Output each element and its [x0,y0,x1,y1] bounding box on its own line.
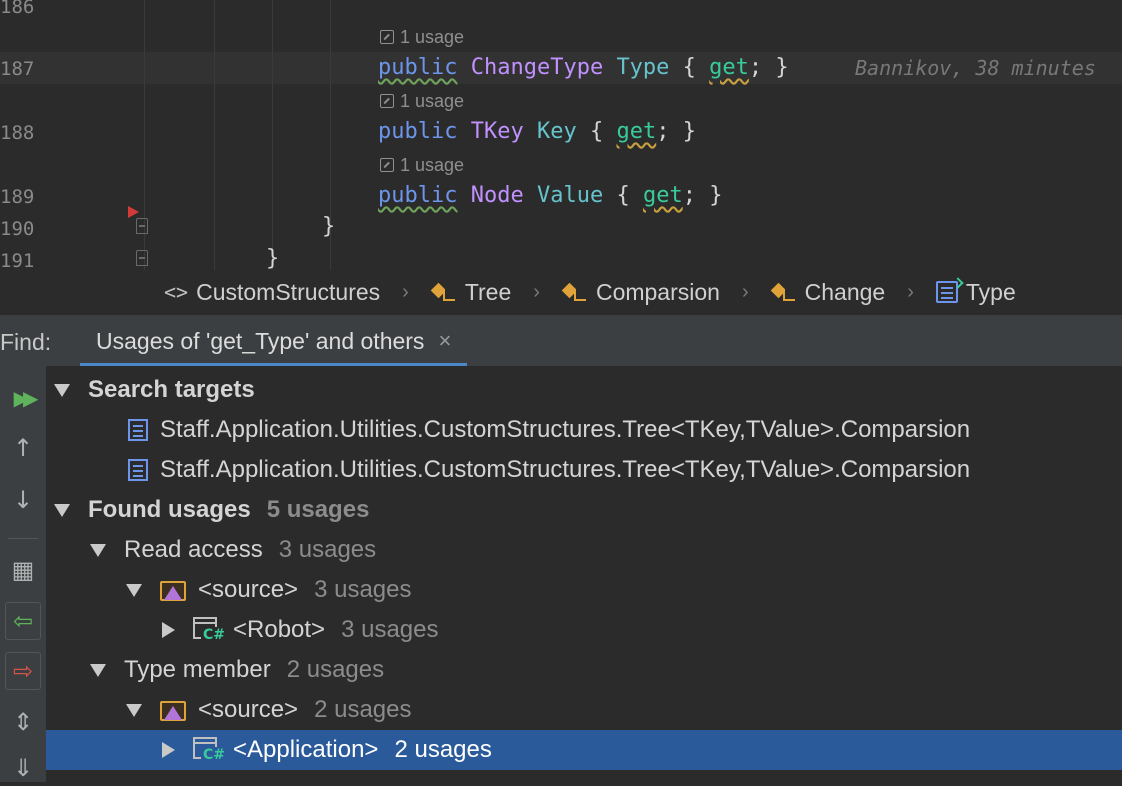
find-tool-window-header: Find: Usages of 'get_Type' and others × [0,314,1122,367]
chevron-down-icon[interactable] [90,543,106,557]
chevron-right-icon: › [741,280,749,303]
property-list-icon [128,419,148,441]
expand-all-icon[interactable]: ⇕ [0,704,46,740]
code-line[interactable]: public Node Value { get; } [378,183,722,209]
breadcrumb-item-customstructures[interactable]: <> CustomStructures [164,279,380,306]
tree-node-search-target[interactable]: Staff.Application.Utilities.CustomStruct… [46,410,1122,450]
tree-node-source[interactable]: <source> 3 usages [46,570,1122,610]
usages-tree[interactable]: Search targets Staff.Application.Utiliti… [46,366,1122,782]
tree-node-search-targets[interactable]: Search targets [46,370,1122,410]
tree-node-read-access[interactable]: Read access 3 usages [46,530,1122,570]
property-icon [935,281,958,303]
csharp-project-icon: C# [193,737,228,763]
breadcrumb-item-change[interactable]: Change [770,279,885,306]
toolbar-divider [8,538,38,539]
arrow-down-icon[interactable]: ↓ [0,482,46,518]
blame-annotation[interactable]: Bannikov, 38 minutes [855,56,1096,80]
chevron-right-icon: › [402,280,409,303]
find-label: Find: [0,329,52,355]
tab-usages-get-type[interactable]: Usages of 'get_Type' and others × [80,315,468,367]
class-icon [561,281,588,303]
navigate-usage-icon [380,30,394,44]
next-occurrence-icon[interactable]: ⇨ [5,652,41,690]
breadcrumb-item-tree[interactable]: Tree [430,279,511,306]
chevron-down-icon[interactable] [54,383,70,397]
line-number: 187 [0,58,35,80]
line-number: 188 [0,122,35,144]
tree-node-found-usages[interactable]: Found usages 5 usages [46,490,1122,530]
code-line[interactable]: public ChangeType Type { get; } [378,55,789,81]
tree-node-project-application[interactable]: C# <Application> 2 usages [46,730,1122,770]
close-icon[interactable]: × [438,328,451,354]
indent-guide [214,0,215,270]
find-tool-window: ▶▶ ↑ ↓ ▦ ⇦ ⇨ ⇕ ⇓ Search targets Staff.Ap… [0,366,1122,782]
previous-occurrence-icon[interactable]: ⇦ [5,602,41,640]
line-number: 191 [0,250,35,270]
usage-hint[interactable]: 1 usage [380,26,464,48]
tree-node-type-member[interactable]: Type member 2 usages [46,650,1122,690]
collapse-all-icon[interactable]: ⇓ [0,750,46,786]
class-icon [430,281,457,303]
arrow-up-icon[interactable]: ↑ [0,430,46,466]
chevron-down-icon[interactable] [90,663,106,677]
source-folder-icon [160,698,188,722]
line-number: 189 [0,186,35,208]
navigate-usage-icon [380,158,394,172]
tree-node-search-target[interactable]: Staff.Application.Utilities.CustomStruct… [46,450,1122,490]
code-line[interactable]: public TKey Key { get; } [378,119,696,145]
tree-node-project-robot[interactable]: C# <Robot> 3 usages [46,610,1122,650]
fold-collapse-icon[interactable] [136,218,148,234]
rerun-icon[interactable]: ▶▶ [0,380,46,416]
code-line[interactable]: } [266,246,279,270]
breadcrumb-item-type[interactable]: Type [935,279,1016,306]
source-folder-icon [160,578,188,602]
chevron-right-icon: › [907,280,914,303]
breadcrumb: <> CustomStructures › Tree › Comparsion … [0,270,1122,314]
code-line[interactable]: } [322,214,335,240]
breakpoint-marker-icon[interactable] [128,206,139,218]
line-number: 186 [0,0,35,18]
find-toolbar: ▶▶ ↑ ↓ ▦ ⇦ ⇨ ⇕ ⇓ [0,366,47,782]
property-list-icon [128,459,148,481]
usage-hint[interactable]: 1 usage [380,90,464,112]
usage-hint[interactable]: 1 usage [380,154,464,176]
chevron-right-icon[interactable] [162,742,175,758]
indent-guide [272,0,273,270]
chevron-down-icon[interactable] [126,703,142,717]
tree-node-source[interactable]: <source> 2 usages [46,690,1122,730]
line-number: 190 [0,218,35,240]
code-editor[interactable]: 186 187 188 189 190 191 1 usage public C… [0,0,1122,270]
chevron-right-icon: › [533,280,540,303]
group-by-icon[interactable]: ▦ [0,552,46,588]
chevron-right-icon[interactable] [162,622,175,638]
csharp-project-icon: C# [193,617,228,643]
namespace-icon: <> [164,280,189,304]
class-icon [770,281,797,303]
fold-collapse-icon[interactable] [136,250,148,266]
chevron-down-icon[interactable] [54,503,70,517]
navigate-usage-icon [380,94,394,108]
breadcrumb-item-comparsion[interactable]: Comparsion [561,279,720,306]
chevron-down-icon[interactable] [126,583,142,597]
